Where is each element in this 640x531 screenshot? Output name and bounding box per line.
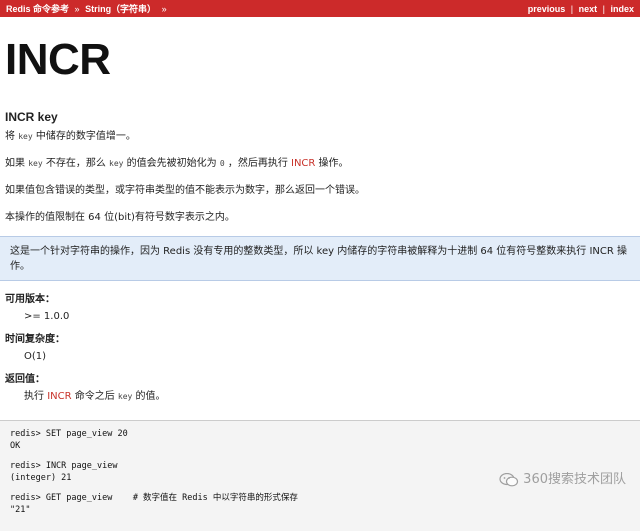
inline-code: key (117, 392, 133, 401)
inline-code: key (109, 159, 124, 168)
note-box: 这是一个针对字符串的操作，因为 Redis 没有专用的整数类型，所以 key 内… (0, 236, 640, 281)
text: 命令之后 (71, 391, 118, 402)
nav-separator: | (602, 3, 605, 14)
complexity-label: 时间复杂度： (5, 334, 65, 345)
watermark-text: 360搜索技术团队 (523, 472, 626, 487)
breadcrumb-separator: » (161, 4, 167, 14)
wechat-icon (499, 473, 519, 487)
version-value: >= 1.0.0 (24, 311, 70, 322)
description-paragraph-2: 如果 key 不存在，那么 key 的值会先被初始化为 0 ，然后再执行 INC… (5, 157, 635, 171)
breadcrumb-separator: » (74, 4, 80, 14)
watermark: 360搜索技术团队 (499, 473, 626, 487)
incr-link[interactable]: INCR (291, 158, 315, 169)
return-value: 执行 INCR 命令之后 key 的值。 (24, 390, 635, 404)
code-line: "21" (10, 505, 31, 515)
inline-code: key (28, 159, 43, 168)
code-line: OK (10, 441, 21, 451)
text: 的值会先被初始化为 (123, 158, 220, 169)
complexity-value: O(1) (24, 351, 47, 362)
version-label: 可用版本： (5, 294, 55, 305)
index-link[interactable]: index (610, 4, 634, 14)
top-navigation-bar: Redis 命令参考 » String（字符串） » previous | ne… (0, 0, 640, 17)
page-nav: previous | next | index (528, 4, 634, 14)
breadcrumb-section-link[interactable]: String（字符串） (85, 4, 156, 14)
text: 如果 (5, 158, 29, 169)
text: 不存在，那么 (42, 158, 109, 169)
text: 操作。 (315, 158, 349, 169)
incr-link[interactable]: INCR (47, 391, 71, 402)
text: 中储存的数字值增一。 (32, 131, 136, 142)
command-meta: 可用版本： >= 1.0.0 时间复杂度： O(1) 返回值： 执行 INCR … (5, 293, 635, 404)
text: 的值。 (132, 391, 166, 402)
inline-code: key (18, 132, 33, 141)
text: ，然后再执行 (224, 158, 291, 169)
code-example-block: redis> SET page_view 20 OK redis> INCR p… (0, 420, 640, 531)
description-paragraph-4: 本操作的值限制在 64 位(bit)有符号数字表示之内。 (5, 212, 235, 223)
text: 将 (5, 131, 19, 142)
return-label: 返回值： (5, 374, 45, 385)
description-paragraph-3: 如果值包含错误的类型，或字符串类型的值不能表示为数字，那么返回一个错误。 (5, 185, 365, 196)
command-signature: INCR key (5, 110, 58, 124)
description-paragraph-1: 将 key 中储存的数字值增一。 (5, 130, 635, 144)
code-line: redis> INCR page_view (10, 461, 118, 471)
code-line: redis> GET page_view # 数字值在 Redis 中以字符串的… (10, 493, 298, 503)
page-title: INCR (5, 35, 111, 84)
code-line: redis> SET page_view 20 (10, 429, 128, 439)
next-link[interactable]: next (579, 4, 598, 14)
text: 执行 (24, 391, 48, 402)
previous-link[interactable]: previous (528, 4, 566, 14)
breadcrumb-root-link[interactable]: Redis 命令参考 (6, 4, 69, 14)
main-content: INCR INCR key 将 key 中储存的数字值增一。 如果 key 不存… (0, 35, 640, 531)
breadcrumb: Redis 命令参考 » String（字符串） » (6, 2, 170, 15)
nav-separator: | (570, 3, 574, 14)
